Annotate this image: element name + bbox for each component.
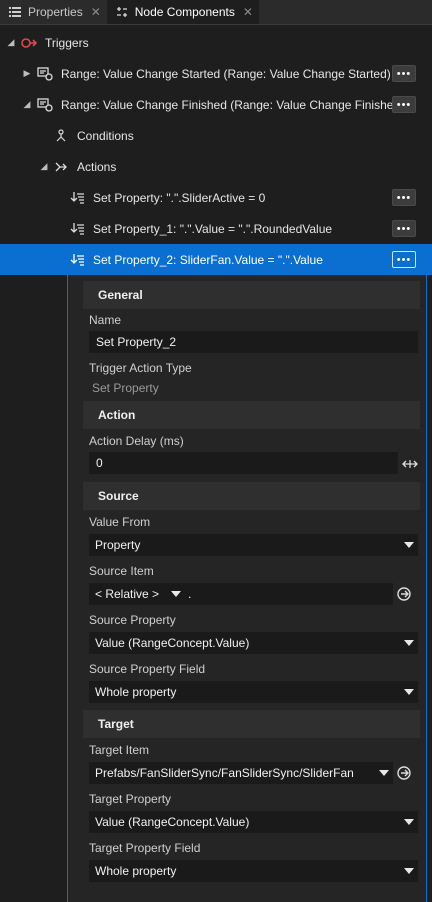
tab-node-components[interactable]: Node Components ✕ xyxy=(106,0,259,24)
section-general[interactable]: General xyxy=(83,281,420,309)
tree-label-actions: Actions xyxy=(77,159,117,174)
tab-properties-label: Properties xyxy=(28,5,83,19)
source-property-select[interactable]: Value (RangeConcept.Value) xyxy=(89,632,418,654)
target-property-field-select[interactable]: Whole property xyxy=(89,860,418,882)
section-source[interactable]: Source xyxy=(83,482,420,510)
target-property-value: Value (RangeConcept.Value) xyxy=(95,815,250,829)
chevron-down-icon xyxy=(171,591,181,597)
go-to-icon[interactable] xyxy=(396,586,412,602)
event-icon xyxy=(37,97,53,113)
tree-row-action-set-property-1[interactable]: Set Property_1: ".".Value = ".".RoundedV… xyxy=(0,213,432,244)
tree-label-conditions: Conditions xyxy=(77,128,134,143)
name-label: Name xyxy=(89,313,122,327)
more-button[interactable]: ••• xyxy=(392,65,416,82)
tree-row-action-set-property-2[interactable]: Set Property_2: SliderFan.Value = ".".Va… xyxy=(0,244,432,275)
tree-row-action-set-property[interactable]: Set Property: ".".SliderActive = 0 ••• xyxy=(0,182,432,213)
tree-row-triggers[interactable]: ◢ Triggers xyxy=(0,27,432,58)
tree-label-action-3: Set Property_2: SliderFan.Value = ".".Va… xyxy=(93,252,323,267)
section-action-title: Action xyxy=(98,408,136,422)
chevron-down-icon xyxy=(404,819,414,825)
trigger-action-type-value: Set Property xyxy=(92,381,159,395)
set-property-icon xyxy=(69,221,85,237)
source-item-relative-value: < Relative > xyxy=(95,587,160,601)
action-delay-label: Action Delay (ms) xyxy=(89,434,184,448)
section-general-title: General xyxy=(98,288,143,302)
more-button[interactable]: ••• xyxy=(392,189,416,206)
tree-row-actions[interactable]: ◢ Actions xyxy=(0,151,432,182)
tab-node-components-label: Node Components xyxy=(134,5,235,19)
target-item-label: Target Item xyxy=(89,743,150,757)
section-target-title: Target xyxy=(98,717,134,731)
event-icon xyxy=(37,66,53,82)
tree-label-action-2: Set Property_1: ".".Value = ".".RoundedV… xyxy=(93,221,333,236)
go-to-icon[interactable] xyxy=(396,765,412,781)
tree-label-triggers: Triggers xyxy=(45,35,89,50)
section-target[interactable]: Target xyxy=(83,710,420,738)
list-icon xyxy=(8,5,22,19)
source-item-relative-select[interactable]: < Relative > xyxy=(89,583,185,605)
source-property-field-label: Source Property Field xyxy=(89,662,206,676)
collapsed-arrow-icon[interactable]: ▶ xyxy=(22,68,32,79)
target-property-label: Target Property xyxy=(89,792,172,806)
tree-label-action-1: Set Property: ".".SliderActive = 0 xyxy=(93,190,266,205)
set-property-icon xyxy=(69,252,85,268)
conditions-icon xyxy=(53,128,69,144)
name-field[interactable]: Set Property_2 xyxy=(89,331,418,353)
chevron-down-icon xyxy=(379,770,389,776)
tree-label-value-change-started: Range: Value Change Started (Range: Valu… xyxy=(61,66,391,81)
action-delay-field[interactable]: 0 xyxy=(89,452,398,474)
expanded-arrow-icon[interactable]: ◢ xyxy=(6,37,16,48)
more-button[interactable]: ••• xyxy=(392,96,416,113)
section-action[interactable]: Action xyxy=(83,401,420,429)
value-from-label: Value From xyxy=(89,515,151,529)
trigger-icon xyxy=(21,35,37,51)
set-property-icon xyxy=(69,190,85,206)
target-item-value: Prefabs/FanSliderSync/FanSliderSync/Slid… xyxy=(95,766,354,780)
expanded-arrow-icon[interactable]: ◢ xyxy=(22,99,32,110)
source-property-field-value: Whole property xyxy=(95,685,177,699)
drag-resize-icon[interactable] xyxy=(402,456,418,472)
close-icon[interactable]: ✕ xyxy=(243,5,253,19)
more-button[interactable]: ••• xyxy=(392,220,416,237)
source-property-value: Value (RangeConcept.Value) xyxy=(95,636,250,650)
section-source-title: Source xyxy=(98,489,139,503)
source-property-field-select[interactable]: Whole property xyxy=(89,681,418,703)
chevron-down-icon xyxy=(404,640,414,646)
target-property-select[interactable]: Value (RangeConcept.Value) xyxy=(89,811,418,833)
trigger-action-type-label: Trigger Action Type xyxy=(89,361,192,375)
chevron-down-icon xyxy=(404,868,414,874)
more-button[interactable]: ••• xyxy=(392,251,416,268)
close-icon[interactable]: ✕ xyxy=(91,5,101,19)
value-from-value: Property xyxy=(95,538,141,552)
tree-row-conditions[interactable]: Conditions xyxy=(0,120,432,151)
tree-label-value-change-finished: Range: Value Change Finished (Range: Val… xyxy=(61,97,405,112)
tab-bar: Properties ✕ Node Components ✕ xyxy=(0,0,432,25)
source-item-path-field[interactable]: . xyxy=(183,583,393,605)
tree-row-value-change-started[interactable]: ▶ Range: Value Change Started (Range: Va… xyxy=(0,58,432,89)
actions-icon xyxy=(53,159,69,175)
node-components-icon xyxy=(115,5,129,19)
tree-row-value-change-finished[interactable]: ◢ Range: Value Change Finished (Range: V… xyxy=(0,89,432,120)
expanded-arrow-icon[interactable]: ◢ xyxy=(39,161,49,172)
source-property-label: Source Property xyxy=(89,613,176,627)
tab-properties[interactable]: Properties ✕ xyxy=(0,0,107,24)
target-item-select[interactable]: Prefabs/FanSliderSync/FanSliderSync/Slid… xyxy=(89,762,393,784)
chevron-down-icon xyxy=(404,689,414,695)
value-from-select[interactable]: Property xyxy=(89,534,418,556)
target-property-field-label: Target Property Field xyxy=(89,841,201,855)
source-item-label: Source Item xyxy=(89,564,154,578)
target-property-field-value: Whole property xyxy=(95,864,177,878)
chevron-down-icon xyxy=(404,542,414,548)
